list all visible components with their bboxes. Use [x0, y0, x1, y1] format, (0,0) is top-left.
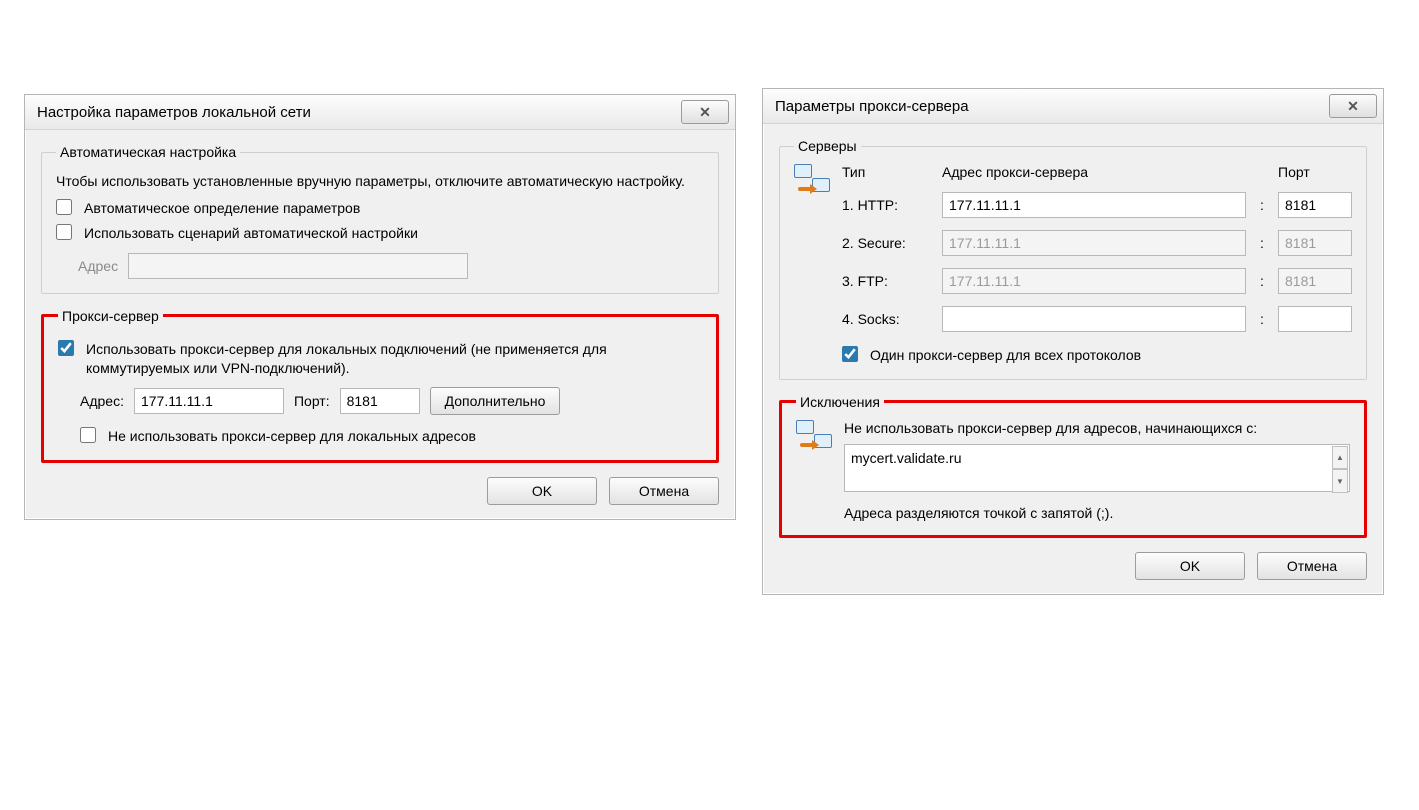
col-addr-header: Адрес прокси-сервера: [942, 164, 1246, 180]
bypass-local-checkbox[interactable]: [80, 427, 96, 443]
row-http-label: 1. HTTP:: [842, 197, 932, 213]
lan-settings-dialog: Настройка параметров локальной сети ✕ Ав…: [24, 94, 736, 520]
close-icon[interactable]: ✕: [1329, 94, 1377, 118]
row-socks-port[interactable]: [1278, 306, 1352, 332]
row-socks-addr[interactable]: [942, 306, 1246, 332]
exceptions-legend: Исключения: [796, 394, 884, 410]
use-proxy-checkbox[interactable]: [58, 340, 74, 356]
use-script-checkbox[interactable]: [56, 224, 72, 240]
row-secure-addr[interactable]: [942, 230, 1246, 256]
proxy-port-label: Порт:: [294, 393, 330, 409]
network-icon: [794, 164, 832, 202]
close-icon[interactable]: ✕: [681, 100, 729, 124]
row-ftp-port[interactable]: [1278, 268, 1352, 294]
same-proxy-label: Один прокси-сервер для всех протоколов: [870, 346, 1141, 365]
ok-button[interactable]: OK: [1135, 552, 1245, 580]
bypass-local-label: Не использовать прокси-сервер для локаль…: [108, 427, 476, 446]
exceptions-hint: Адреса разделяются точкой с запятой (;).: [844, 505, 1350, 521]
row-ftp-addr[interactable]: [942, 268, 1246, 294]
titlebar: Параметры прокси-сервера ✕: [763, 89, 1383, 124]
row-secure-label: 2. Secure:: [842, 235, 932, 251]
proxy-params-dialog: Параметры прокси-сервера ✕ Серверы Тип А…: [762, 88, 1384, 595]
proxy-address-label: Адрес:: [80, 393, 124, 409]
auto-detect-checkbox[interactable]: [56, 199, 72, 215]
servers-group: Серверы Тип Адрес прокси-сервера Порт 1.…: [779, 138, 1367, 380]
servers-legend: Серверы: [794, 138, 861, 154]
cancel-button[interactable]: Отмена: [609, 477, 719, 505]
row-http-port[interactable]: [1278, 192, 1352, 218]
proxy-port-input[interactable]: [340, 388, 420, 414]
advanced-button[interactable]: Дополнительно: [430, 387, 561, 415]
dialog-title: Настройка параметров локальной сети: [37, 104, 311, 121]
exceptions-group: Исключения Не использовать прокси-сервер…: [779, 394, 1367, 538]
row-secure-port[interactable]: [1278, 230, 1352, 256]
same-proxy-checkbox[interactable]: [842, 346, 858, 362]
exceptions-note: Не использовать прокси-сервер для адресо…: [844, 420, 1350, 436]
network-icon: [796, 420, 834, 458]
row-ftp-label: 3. FTP:: [842, 273, 932, 289]
auto-config-legend: Автоматическая настройка: [56, 144, 240, 160]
exceptions-textarea[interactable]: [844, 444, 1350, 492]
auto-config-group: Автоматическая настройка Чтобы использов…: [41, 144, 719, 294]
use-script-label: Использовать сценарий автоматической нас…: [84, 224, 418, 243]
auto-detect-label: Автоматическое определение параметров: [84, 199, 360, 218]
script-address-label: Адрес: [78, 258, 118, 274]
proxy-legend: Прокси-сервер: [58, 308, 163, 324]
proxy-server-group: Прокси-сервер Использовать прокси-сервер…: [41, 308, 719, 464]
use-proxy-label: Использовать прокси-сервер для локальных…: [86, 340, 702, 378]
titlebar: Настройка параметров локальной сети ✕: [25, 95, 735, 130]
auto-config-note: Чтобы использовать установленные вручную…: [56, 172, 704, 191]
col-type-header: Тип: [842, 164, 932, 180]
cancel-button[interactable]: Отмена: [1257, 552, 1367, 580]
row-http-addr[interactable]: [942, 192, 1246, 218]
proxy-address-input[interactable]: [134, 388, 284, 414]
row-socks-label: 4. Socks:: [842, 311, 932, 327]
script-address-input[interactable]: [128, 253, 468, 279]
dialog-title: Параметры прокси-сервера: [775, 98, 969, 115]
ok-button[interactable]: OK: [487, 477, 597, 505]
textarea-scroll[interactable]: ▲▼: [1332, 446, 1348, 493]
col-port-header: Порт: [1278, 164, 1352, 180]
